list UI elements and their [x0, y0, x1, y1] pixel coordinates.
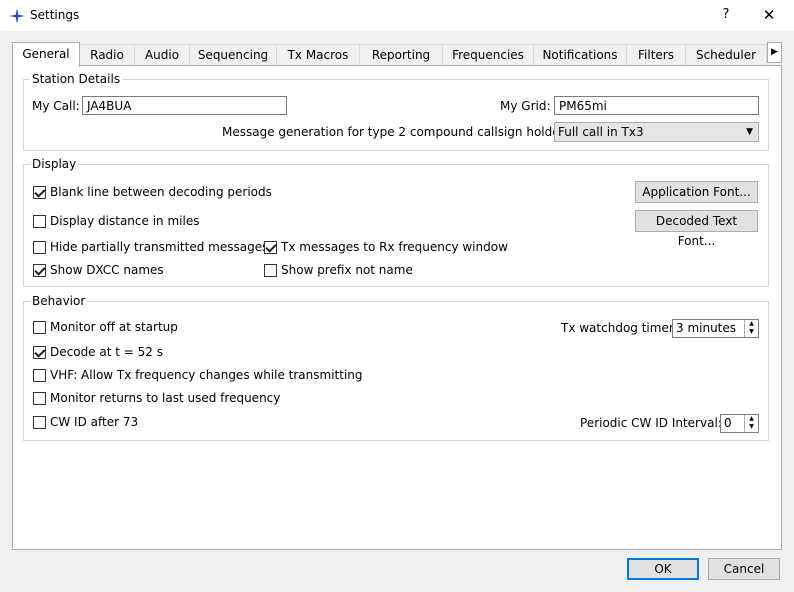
app-icon	[9, 8, 25, 24]
monitor-off-checkbox[interactable]	[33, 321, 46, 334]
tab-scroll-right-icon[interactable]: ▶	[767, 42, 782, 63]
decode-52-checkbox[interactable]	[33, 346, 46, 359]
station-details-title: Station Details	[30, 72, 123, 86]
tab-reporting[interactable]: Reporting	[359, 44, 443, 65]
tab-notifications[interactable]: Notifications	[533, 44, 627, 65]
display-title: Display	[30, 157, 79, 171]
msg-gen-value: Full call in Tx3	[558, 125, 644, 139]
vhf-checkbox[interactable]	[33, 369, 46, 382]
my-call-input[interactable]: JA4BUA	[82, 96, 287, 115]
blank-line-label: Blank line between decoding periods	[50, 185, 272, 199]
my-call-label: My Call:	[32, 99, 80, 113]
spin-arrows-icon[interactable]: ▲ ▼	[744, 415, 758, 432]
hide-partial-label: Hide partially transmitted messages	[50, 240, 269, 254]
watchdog-label: Tx watchdog timer	[561, 321, 674, 335]
blank-line-checkbox[interactable]	[33, 186, 46, 199]
cw-interval-label: Periodic CW ID Interval:	[580, 416, 722, 430]
monitor-returns-checkbox[interactable]	[33, 392, 46, 405]
dxcc-label: Show DXCC names	[50, 263, 164, 277]
decode-52-label: Decode at t = 52 s	[50, 345, 163, 359]
tab-radio[interactable]: Radio	[79, 44, 135, 65]
window-title: Settings	[30, 8, 80, 22]
cw-id-label: CW ID after 73	[50, 415, 139, 429]
my-grid-label: My Grid:	[500, 99, 551, 113]
behavior-title: Behavior	[30, 294, 88, 308]
tx-to-rx-checkbox[interactable]	[264, 241, 277, 254]
tab-scheduler[interactable]: Scheduler	[685, 44, 767, 65]
help-button[interactable]: ?	[711, 4, 741, 26]
watchdog-value: 3 minutes	[676, 321, 737, 335]
msg-gen-combo[interactable]: Full call in Tx3 ▼	[554, 122, 759, 142]
tab-tx-macros[interactable]: Tx Macros	[276, 44, 360, 65]
tab-frequencies[interactable]: Frequencies	[442, 44, 534, 65]
spin-arrows-icon[interactable]: ▲ ▼	[744, 320, 758, 337]
cw-interval-spinbox[interactable]: 0 ▲ ▼	[720, 414, 759, 433]
tab-sequencing[interactable]: Sequencing	[189, 44, 277, 65]
application-font-button[interactable]: Application Font...	[635, 181, 758, 203]
miles-checkbox[interactable]	[33, 215, 46, 228]
chevron-down-icon: ▼	[746, 127, 753, 137]
tab-bar: General Radio Audio Sequencing Tx Macros…	[12, 42, 793, 67]
monitor-returns-label: Monitor returns to last used frequency	[50, 391, 281, 405]
miles-label: Display distance in miles	[50, 214, 200, 228]
dxcc-checkbox[interactable]	[33, 264, 46, 277]
title-bar	[0, 0, 794, 31]
my-grid-input[interactable]: PM65mi	[554, 96, 759, 115]
monitor-off-label: Monitor off at startup	[50, 320, 178, 334]
vhf-label: VHF: Allow Tx frequency changes while tr…	[50, 368, 363, 382]
cw-id-checkbox[interactable]	[33, 416, 46, 429]
tx-to-rx-label: Tx messages to Rx frequency window	[281, 240, 508, 254]
msg-gen-label: Message generation for type 2 compound c…	[222, 125, 575, 139]
watchdog-spinbox[interactable]: 3 minutes ▲ ▼	[672, 319, 759, 338]
decoded-text-font-button[interactable]: Decoded Text Font...	[635, 210, 758, 248]
tab-general[interactable]: General	[12, 42, 80, 67]
cw-interval-value: 0	[724, 416, 732, 430]
hide-partial-checkbox[interactable]	[33, 241, 46, 254]
prefix-label: Show prefix not name	[281, 263, 413, 277]
cancel-button[interactable]: Cancel	[708, 558, 780, 580]
close-button[interactable]: ✕	[752, 4, 786, 26]
tab-filters[interactable]: Filters	[626, 44, 686, 65]
prefix-checkbox[interactable]	[264, 264, 277, 277]
tab-audio[interactable]: Audio	[134, 44, 190, 65]
ok-button[interactable]: OK	[627, 558, 699, 580]
